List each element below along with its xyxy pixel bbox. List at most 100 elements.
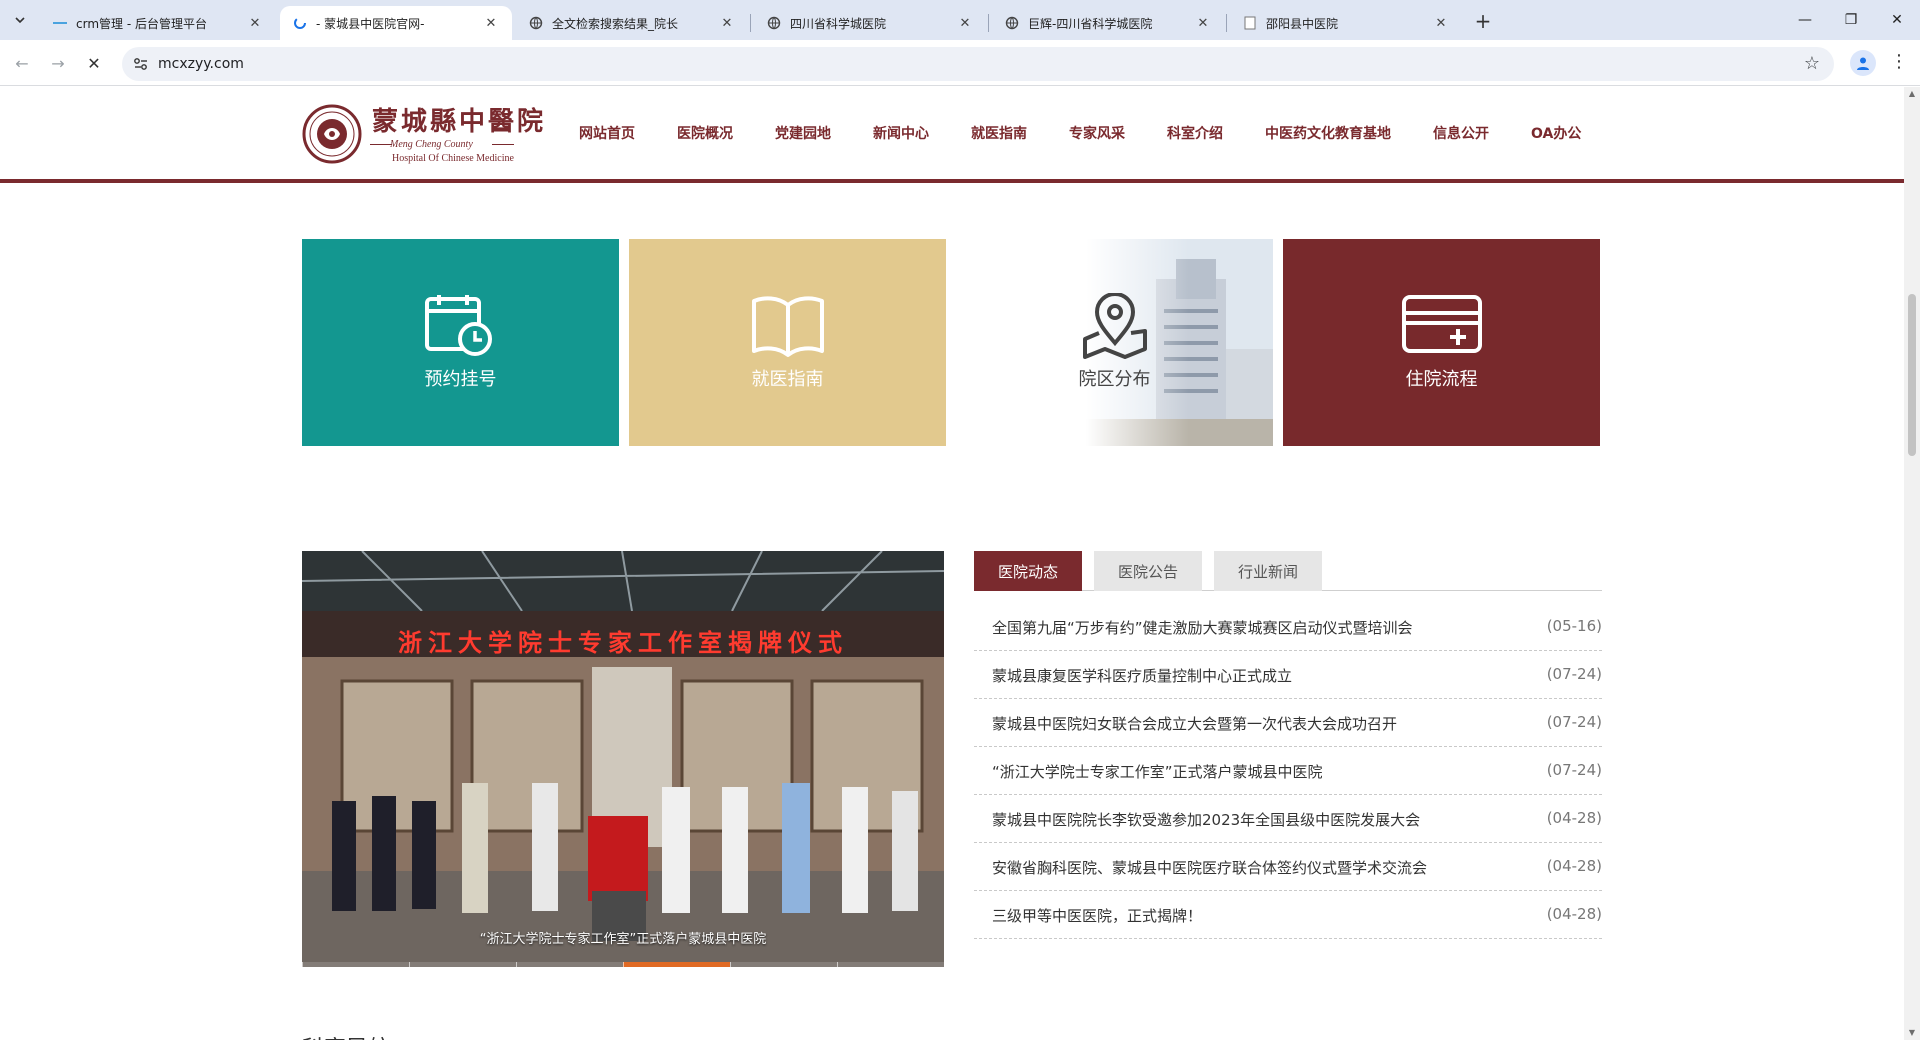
new-tab-button[interactable]: + [1470,8,1496,34]
browser-tab-mengcheng[interactable]: - 蒙城县中医院官网- ✕ [280,6,512,40]
news-item[interactable]: 蒙城县中医院妇女联合会成立大会暨第一次代表大会成功召开 (07-24) [974,699,1602,747]
tab-close-icon[interactable]: ✕ [1432,14,1450,32]
news-title[interactable]: 蒙城县康复医学科医疗质量控制中心正式成立 [992,665,1292,686]
nav-guide[interactable]: 就医指南 [971,123,1027,143]
slider-caption[interactable]: “浙江大学院士专家工作室”正式落户蒙城县中医院 [302,928,944,947]
nav-overview[interactable]: 医院概况 [677,123,733,143]
news-item[interactable]: “浙江大学院士专家工作室”正式落户蒙城县中医院 (07-24) [974,747,1602,795]
news-title[interactable]: 全国第九届“万步有约”健走激励大赛蒙城赛区启动仪式暨培训会 [992,617,1413,638]
nav-oa[interactable]: OA办公 [1531,123,1581,143]
news-date: (07-24) [1546,713,1602,731]
slider-dot[interactable] [730,962,837,967]
globe-icon [766,15,782,31]
nav-tcm-culture[interactable]: 中医药文化教育基地 [1265,123,1391,143]
crm-favicon-icon [52,15,68,31]
browser-tab-strip: crm管理 - 后台管理平台 ✕ - 蒙城县中医院官网- ✕ 全文检索搜索结果_… [0,0,1920,40]
tab-separator [1226,14,1227,32]
tab-title: - 蒙城县中医院官网- [316,16,425,31]
stop-loading-icon[interactable]: ✕ [82,51,106,75]
tile-guide[interactable]: 就医指南 [629,239,946,446]
news-title[interactable]: 三级甲等中医医院，正式揭牌！ [992,905,1202,926]
close-window-button[interactable]: ✕ [1874,0,1920,40]
tab-close-icon[interactable]: ✕ [482,14,500,32]
tab-separator [750,14,751,32]
tab-hospital-notices[interactable]: 医院公告 [1094,551,1202,591]
browser-tab-shaoyang[interactable]: 邵阳县中医院 ✕ [1230,6,1462,40]
news-panel: 医院动态 医院公告 行业新闻 全国第九届“万步有约”健走激励大赛蒙城赛区启动仪式… [974,551,1602,971]
slider-banner-text: 浙江大学院士专家工作室揭牌仪式 [398,629,848,657]
news-item[interactable]: 全国第九届“万步有约”健走激励大赛蒙城赛区启动仪式暨培训会 (05-16) [974,603,1602,651]
tab-title: 全文检索搜索结果_院长 [552,16,679,31]
book-open-icon [751,296,824,357]
tab-close-icon[interactable]: ✕ [1194,14,1212,32]
profile-avatar-icon[interactable] [1850,50,1876,76]
tab-close-icon[interactable]: ✕ [246,14,264,32]
main-navigation: 网站首页 医院概况 党建园地 新闻中心 就医指南 专家风采 科室介绍 中医药文化… [0,123,1904,147]
tile-appointment[interactable]: 预约挂号 [302,239,619,446]
scroll-down-arrow-icon[interactable]: ▼ [1907,1028,1917,1038]
news-item[interactable]: 蒙城县康复医学科医疗质量控制中心正式成立 (07-24) [974,651,1602,699]
news-title[interactable]: 蒙城县中医院妇女联合会成立大会暨第一次代表大会成功召开 [992,713,1397,734]
nav-experts[interactable]: 专家风采 [1069,123,1125,143]
news-date: (04-28) [1546,809,1602,827]
back-arrow-icon[interactable]: ← [10,51,34,75]
browser-tab-crm[interactable]: crm管理 - 后台管理平台 ✕ [40,6,276,40]
loading-spinner-icon [292,15,308,31]
document-icon [1242,15,1258,31]
browser-tab-kexuecheng[interactable]: 四川省科学城医院 ✕ [754,6,986,40]
tile-appointment-label: 预约挂号 [424,369,497,390]
nav-home[interactable]: 网站首页 [579,123,635,143]
department-nav-section-title: 科室导航 [302,1031,390,1040]
slider-dot[interactable] [302,962,409,967]
bookmark-star-icon[interactable]: ☆ [1804,53,1820,74]
page-viewport: 蒙城縣中醫院 Meng Cheng County Hospital Of Chi… [0,87,1904,1040]
tab-close-icon[interactable]: ✕ [956,14,974,32]
slider-dot[interactable] [516,962,623,967]
slider-dot[interactable] [837,962,944,967]
site-header: 蒙城縣中醫院 Meng Cheng County Hospital Of Chi… [0,87,1904,183]
tab-title: crm管理 - 后台管理平台 [76,16,207,31]
nav-party[interactable]: 党建园地 [775,123,831,143]
news-date: (05-16) [1546,617,1602,635]
news-title[interactable]: 安徽省胸科医院、蒙城县中医院医疗联合体签约仪式暨学术交流会 [992,857,1427,878]
browser-menu-icon[interactable]: ⋮ [1890,51,1908,72]
tile-campus[interactable]: 院区分布 [956,239,1273,446]
scrollbar-thumb[interactable] [1908,294,1916,456]
news-title[interactable]: 蒙城县中医院院长李钦受邀参加2023年全国县级中医院发展大会 [992,809,1420,830]
news-item[interactable]: 安徽省胸科医院、蒙城县中医院医疗联合体签约仪式暨学术交流会 (04-28) [974,843,1602,891]
tab-search-chevron-icon[interactable] [8,8,32,32]
news-item[interactable]: 三级甲等中医医院，正式揭牌！ (04-28) [974,891,1602,939]
nav-news[interactable]: 新闻中心 [873,123,929,143]
slider-photo [302,551,944,967]
address-bar[interactable]: mcxzyy.com ☆ [122,47,1834,81]
news-title[interactable]: “浙江大学院士专家工作室”正式落户蒙城县中医院 [992,761,1323,782]
tile-campus-label: 院区分布 [1078,369,1151,390]
browser-tab-search[interactable]: 全文检索搜索结果_院长 ✕ [516,6,748,40]
tab-title: 四川省科学城医院 [790,16,887,31]
news-date: (07-24) [1546,761,1602,779]
slider-dot[interactable] [409,962,516,967]
map-pin-icon [1082,293,1147,359]
news-image-slider[interactable]: 浙江大学院士专家工作室揭牌仪式 “浙江大学院士专家工作室”正式落户蒙城县中医院 [302,551,944,967]
minimize-button[interactable]: — [1782,0,1828,40]
browser-tab-juhui[interactable]: 巨辉-四川省科学城医院 ✕ [992,6,1224,40]
tab-close-icon[interactable]: ✕ [718,14,736,32]
tab-separator [988,14,989,32]
page-scrollbar[interactable]: ▲ ▼ [1904,87,1920,1040]
tab-industry-news[interactable]: 行业新闻 [1214,551,1322,591]
nav-info-public[interactable]: 信息公开 [1433,123,1489,143]
tile-inpatient-label: 住院流程 [1405,369,1478,390]
site-info-tune-icon[interactable] [132,55,150,73]
quick-access-tiles: 预约挂号 就医指南 院区分布 住院流程 [302,239,1602,446]
forward-arrow-icon[interactable]: → [46,51,70,75]
tab-title: 邵阳县中医院 [1266,16,1339,31]
scroll-up-arrow-icon[interactable]: ▲ [1907,89,1917,99]
tab-hospital-news[interactable]: 医院动态 [974,551,1082,591]
tile-inpatient[interactable]: 住院流程 [1283,239,1600,446]
news-item[interactable]: 蒙城县中医院院长李钦受邀参加2023年全国县级中医院发展大会 (04-28) [974,795,1602,843]
restore-button[interactable]: ❐ [1828,0,1874,40]
url-text[interactable]: mcxzyy.com [158,56,244,72]
slider-dot-active[interactable] [623,962,730,967]
nav-departments[interactable]: 科室介绍 [1167,123,1223,143]
calendar-clock-icon [424,295,492,356]
